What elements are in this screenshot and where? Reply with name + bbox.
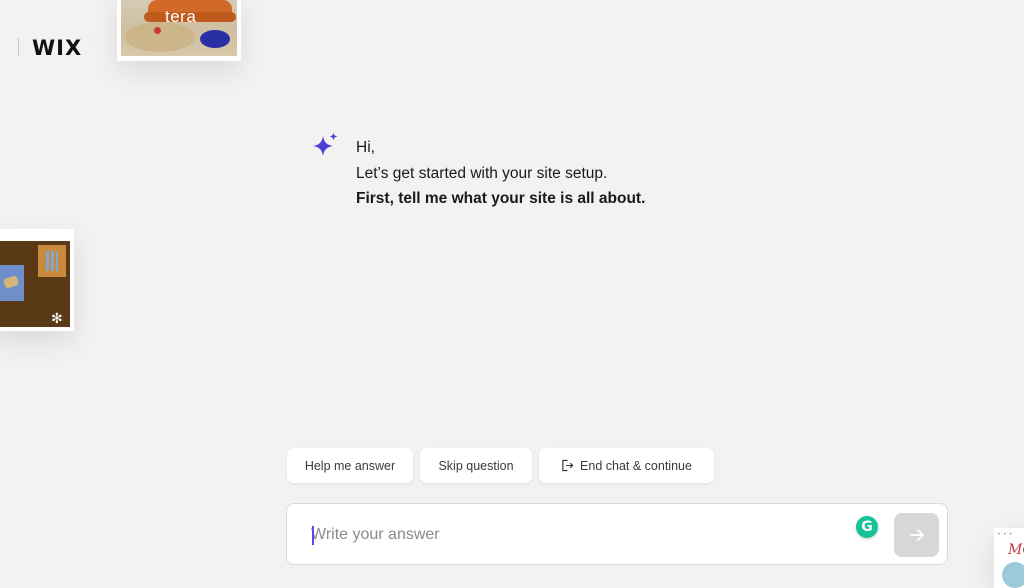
text-caret: [312, 526, 314, 545]
end-chat-label: End chat & continue: [580, 458, 692, 473]
intro-text: Let’s get started with your site setup.: [356, 164, 608, 182]
answer-composer: G: [286, 503, 948, 565]
wix-logo[interactable]: WIX: [32, 36, 82, 60]
arrow-right-icon: [909, 529, 924, 541]
skip-question-button[interactable]: Skip question: [420, 448, 532, 483]
exit-icon: [562, 459, 574, 472]
question-text: First, tell me what your site is all abo…: [356, 190, 646, 207]
asterisk-icon: ✻: [51, 310, 63, 326]
grammarly-icon[interactable]: G: [856, 516, 878, 538]
header-divider: [18, 38, 19, 56]
sparkle-icon: [313, 132, 338, 156]
template-preview-image: tera: [121, 0, 237, 56]
answer-input[interactable]: [311, 521, 831, 549]
send-button[interactable]: [894, 513, 939, 557]
greeting-text: Hi,: [356, 139, 375, 156]
help-me-answer-button[interactable]: Help me answer: [287, 448, 413, 483]
template-preview-card: • • • MC: [994, 528, 1024, 588]
assistant-message: Hi, Let’s get started with your site set…: [356, 135, 645, 212]
template-preview-image: ✻: [0, 241, 70, 327]
template-preview-card: ✻: [0, 229, 74, 331]
help-me-answer-label: Help me answer: [304, 458, 396, 473]
end-chat-button[interactable]: End chat & continue: [539, 448, 714, 483]
template-preview-brand: MC: [1008, 542, 1024, 558]
template-preview-brand: tera: [165, 7, 197, 26]
skip-question-label: Skip question: [438, 458, 514, 473]
template-preview-card: tera: [117, 0, 241, 61]
